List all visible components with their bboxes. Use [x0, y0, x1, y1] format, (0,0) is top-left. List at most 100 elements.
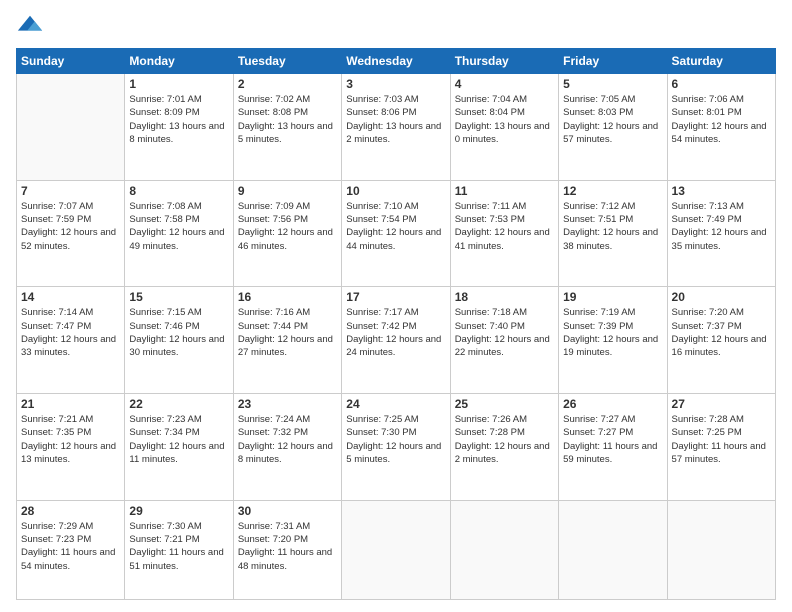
- calendar-cell: 20 Sunrise: 7:20 AMSunset: 7:37 PMDayligh…: [667, 287, 775, 394]
- day-info: Sunrise: 7:15 AMSunset: 7:46 PMDaylight:…: [129, 306, 228, 359]
- day-info: Sunrise: 7:14 AMSunset: 7:47 PMDaylight:…: [21, 306, 120, 359]
- calendar-cell: 30 Sunrise: 7:31 AMSunset: 7:20 PMDayligh…: [233, 500, 341, 599]
- calendar-cell: 6 Sunrise: 7:06 AMSunset: 8:01 PMDaylight…: [667, 74, 775, 181]
- calendar-cell: 24Sunrise: 7:25 AMSunset: 7:30 PMDayligh…: [342, 394, 450, 501]
- day-info: Sunrise: 7:06 AMSunset: 8:01 PMDaylight:…: [672, 93, 771, 146]
- weekday-header-monday: Monday: [125, 49, 233, 74]
- header: [16, 12, 776, 40]
- day-info: Sunrise: 7:19 AMSunset: 7:39 PMDaylight:…: [563, 306, 662, 359]
- calendar-cell: 5 Sunrise: 7:05 AMSunset: 8:03 PMDaylight…: [559, 74, 667, 181]
- day-number: 25: [455, 397, 554, 411]
- calendar-cell: 2Sunrise: 7:02 AMSunset: 8:08 PMDaylight…: [233, 74, 341, 181]
- calendar-cell: 1Sunrise: 7:01 AMSunset: 8:09 PMDaylight…: [125, 74, 233, 181]
- day-number: 16: [238, 290, 337, 304]
- day-number: 4: [455, 77, 554, 91]
- calendar-week-row: 1Sunrise: 7:01 AMSunset: 8:09 PMDaylight…: [17, 74, 776, 181]
- calendar-cell: 19Sunrise: 7:19 AMSunset: 7:39 PMDayligh…: [559, 287, 667, 394]
- page: SundayMondayTuesdayWednesdayThursdayFrid…: [0, 0, 792, 612]
- calendar-cell: 10 Sunrise: 7:10 AMSunset: 7:54 PMDayligh…: [342, 180, 450, 287]
- weekday-header-thursday: Thursday: [450, 49, 558, 74]
- day-info: Sunrise: 7:13 AMSunset: 7:49 PMDaylight:…: [672, 200, 771, 253]
- day-number: 27: [672, 397, 771, 411]
- calendar-cell: 11 Sunrise: 7:11 AMSunset: 7:53 PMDayligh…: [450, 180, 558, 287]
- day-number: 14: [21, 290, 120, 304]
- day-number: 24: [346, 397, 445, 411]
- calendar-week-row: 28 Sunrise: 7:29 AMSunset: 7:23 PMDayligh…: [17, 500, 776, 599]
- day-info: Sunrise: 7:11 AMSunset: 7:53 PMDaylight:…: [455, 200, 554, 253]
- calendar-cell: 27 Sunrise: 7:28 AMSunset: 7:25 PMDayligh…: [667, 394, 775, 501]
- calendar-cell: 13 Sunrise: 7:13 AMSunset: 7:49 PMDayligh…: [667, 180, 775, 287]
- day-number: 12: [563, 184, 662, 198]
- day-number: 11: [455, 184, 554, 198]
- day-number: 9: [238, 184, 337, 198]
- day-info: Sunrise: 7:28 AMSunset: 7:25 PMDaylight:…: [672, 413, 771, 466]
- day-info: Sunrise: 7:27 AMSunset: 7:27 PMDaylight:…: [563, 413, 662, 466]
- day-number: 7: [21, 184, 120, 198]
- calendar-cell: 18 Sunrise: 7:18 AMSunset: 7:40 PMDayligh…: [450, 287, 558, 394]
- weekday-header-wednesday: Wednesday: [342, 49, 450, 74]
- calendar-cell: [17, 74, 125, 181]
- day-number: 8: [129, 184, 228, 198]
- day-info: Sunrise: 7:05 AMSunset: 8:03 PMDaylight:…: [563, 93, 662, 146]
- calendar-cell: 23Sunrise: 7:24 AMSunset: 7:32 PMDayligh…: [233, 394, 341, 501]
- weekday-header-saturday: Saturday: [667, 49, 775, 74]
- calendar-cell: [667, 500, 775, 599]
- calendar-cell: 17 Sunrise: 7:17 AMSunset: 7:42 PMDayligh…: [342, 287, 450, 394]
- day-info: Sunrise: 7:16 AMSunset: 7:44 PMDaylight:…: [238, 306, 337, 359]
- calendar-cell: [559, 500, 667, 599]
- day-number: 10: [346, 184, 445, 198]
- day-number: 17: [346, 290, 445, 304]
- day-info: Sunrise: 7:07 AMSunset: 7:59 PMDaylight:…: [21, 200, 120, 253]
- day-number: 26: [563, 397, 662, 411]
- day-info: Sunrise: 7:31 AMSunset: 7:20 PMDaylight:…: [238, 520, 337, 573]
- calendar-cell: 14 Sunrise: 7:14 AMSunset: 7:47 PMDayligh…: [17, 287, 125, 394]
- day-info: Sunrise: 7:20 AMSunset: 7:37 PMDaylight:…: [672, 306, 771, 359]
- weekday-header-row: SundayMondayTuesdayWednesdayThursdayFrid…: [17, 49, 776, 74]
- calendar-cell: 29Sunrise: 7:30 AMSunset: 7:21 PMDayligh…: [125, 500, 233, 599]
- logo-icon: [16, 12, 44, 40]
- day-info: Sunrise: 7:10 AMSunset: 7:54 PMDaylight:…: [346, 200, 445, 253]
- day-info: Sunrise: 7:01 AMSunset: 8:09 PMDaylight:…: [129, 93, 228, 146]
- day-number: 20: [672, 290, 771, 304]
- day-info: Sunrise: 7:09 AMSunset: 7:56 PMDaylight:…: [238, 200, 337, 253]
- calendar-cell: 25Sunrise: 7:26 AMSunset: 7:28 PMDayligh…: [450, 394, 558, 501]
- day-number: 2: [238, 77, 337, 91]
- calendar-cell: 12 Sunrise: 7:12 AMSunset: 7:51 PMDayligh…: [559, 180, 667, 287]
- calendar-cell: [342, 500, 450, 599]
- calendar-cell: 4 Sunrise: 7:04 AMSunset: 8:04 PMDaylight…: [450, 74, 558, 181]
- day-info: Sunrise: 7:30 AMSunset: 7:21 PMDaylight:…: [129, 520, 228, 573]
- day-info: Sunrise: 7:23 AMSunset: 7:34 PMDaylight:…: [129, 413, 228, 466]
- day-number: 30: [238, 504, 337, 518]
- calendar-week-row: 21Sunrise: 7:21 AMSunset: 7:35 PMDayligh…: [17, 394, 776, 501]
- calendar-cell: 26 Sunrise: 7:27 AMSunset: 7:27 PMDayligh…: [559, 394, 667, 501]
- weekday-header-sunday: Sunday: [17, 49, 125, 74]
- calendar-table: SundayMondayTuesdayWednesdayThursdayFrid…: [16, 48, 776, 600]
- day-number: 5: [563, 77, 662, 91]
- day-number: 18: [455, 290, 554, 304]
- logo: [16, 12, 48, 40]
- day-number: 23: [238, 397, 337, 411]
- calendar-cell: 16 Sunrise: 7:16 AMSunset: 7:44 PMDayligh…: [233, 287, 341, 394]
- calendar-cell: 15 Sunrise: 7:15 AMSunset: 7:46 PMDayligh…: [125, 287, 233, 394]
- day-info: Sunrise: 7:12 AMSunset: 7:51 PMDaylight:…: [563, 200, 662, 253]
- day-info: Sunrise: 7:17 AMSunset: 7:42 PMDaylight:…: [346, 306, 445, 359]
- day-number: 22: [129, 397, 228, 411]
- day-number: 3: [346, 77, 445, 91]
- day-info: Sunrise: 7:21 AMSunset: 7:35 PMDaylight:…: [21, 413, 120, 466]
- day-number: 13: [672, 184, 771, 198]
- day-number: 15: [129, 290, 228, 304]
- calendar-week-row: 14 Sunrise: 7:14 AMSunset: 7:47 PMDayligh…: [17, 287, 776, 394]
- day-info: Sunrise: 7:04 AMSunset: 8:04 PMDaylight:…: [455, 93, 554, 146]
- calendar-cell: 22 Sunrise: 7:23 AMSunset: 7:34 PMDayligh…: [125, 394, 233, 501]
- calendar-cell: 9 Sunrise: 7:09 AMSunset: 7:56 PMDaylight…: [233, 180, 341, 287]
- calendar-week-row: 7 Sunrise: 7:07 AMSunset: 7:59 PMDaylight…: [17, 180, 776, 287]
- weekday-header-tuesday: Tuesday: [233, 49, 341, 74]
- day-number: 28: [21, 504, 120, 518]
- day-info: Sunrise: 7:18 AMSunset: 7:40 PMDaylight:…: [455, 306, 554, 359]
- day-info: Sunrise: 7:29 AMSunset: 7:23 PMDaylight:…: [21, 520, 120, 573]
- day-number: 6: [672, 77, 771, 91]
- calendar-cell: 21Sunrise: 7:21 AMSunset: 7:35 PMDayligh…: [17, 394, 125, 501]
- calendar-cell: 8Sunrise: 7:08 AMSunset: 7:58 PMDaylight…: [125, 180, 233, 287]
- calendar-cell: 28 Sunrise: 7:29 AMSunset: 7:23 PMDayligh…: [17, 500, 125, 599]
- calendar-cell: [450, 500, 558, 599]
